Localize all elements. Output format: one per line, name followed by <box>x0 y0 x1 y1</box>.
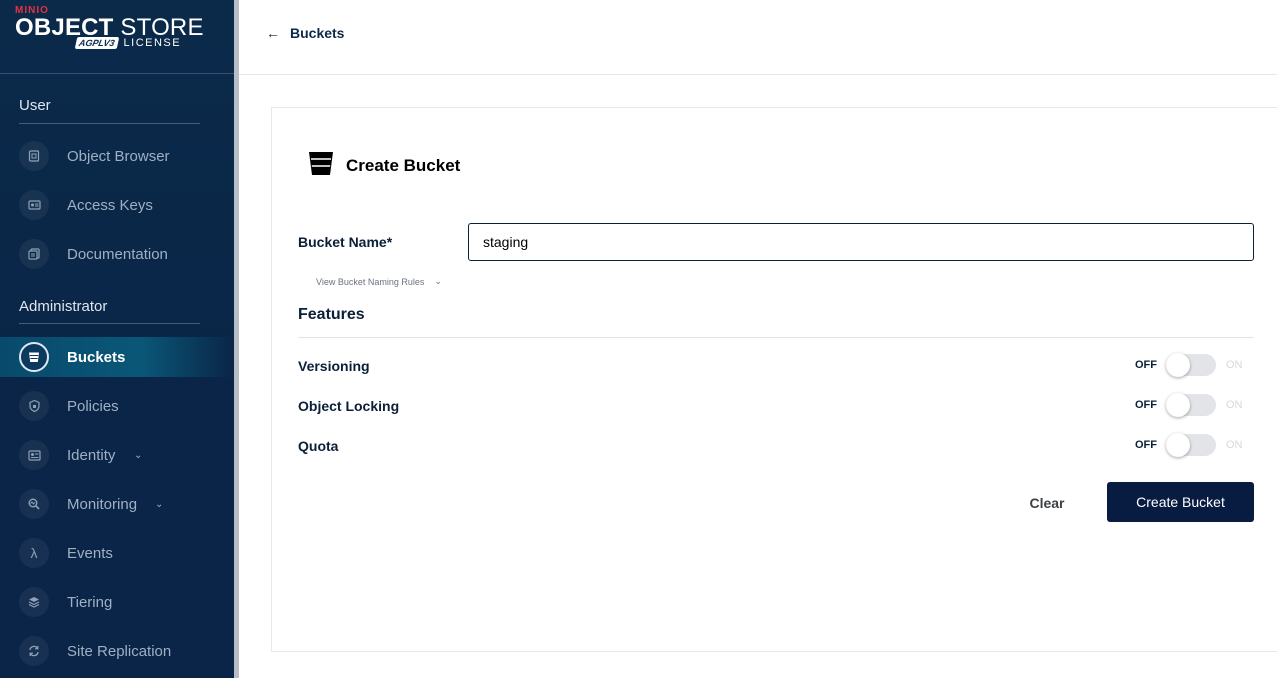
sidebar-item-label: Events <box>67 544 113 562</box>
toggle-off-label: OFF <box>1135 439 1157 451</box>
sidebar-item-events[interactable]: λ Events <box>0 533 234 573</box>
sidebar-item-buckets[interactable]: Buckets <box>0 337 234 377</box>
monitoring-icon <box>19 489 49 519</box>
section-title-administrator: Administrator <box>19 298 108 315</box>
license-text: LICENSE <box>123 37 182 49</box>
naming-rules-label: View Bucket Naming Rules <box>316 276 425 287</box>
sidebar-item-label: Buckets <box>67 348 126 366</box>
layers-icon <box>19 587 49 617</box>
bucket-name-input[interactable] <box>468 223 1254 261</box>
section-divider <box>19 123 200 124</box>
shield-icon <box>19 391 49 421</box>
sidebar-item-label: Documentation <box>67 245 168 263</box>
bucket-icon <box>19 342 49 372</box>
replication-icon <box>19 636 49 666</box>
panel-title: Create Bucket <box>308 150 460 181</box>
quota-toggle-group: OFF ON <box>1135 433 1243 457</box>
quota-label: Quota <box>298 438 339 454</box>
features-title: Features <box>298 306 365 323</box>
sidebar-item-label: Identity <box>67 446 116 464</box>
sidebar-resize-handle[interactable] <box>234 0 239 678</box>
sidebar-item-label: Policies <box>67 397 119 415</box>
versioning-toggle-group: OFF ON <box>1135 353 1243 377</box>
toggle-on-label: ON <box>1226 359 1243 371</box>
sidebar-item-tiering[interactable]: Tiering <box>0 582 234 622</box>
agpl-badge: AGPLV3 <box>74 37 119 49</box>
versioning-label: Versioning <box>298 358 370 374</box>
sidebar-item-identity[interactable]: Identity ⌄ <box>0 435 234 475</box>
sidebar-item-label: Monitoring <box>67 495 138 513</box>
quota-toggle[interactable] <box>1166 433 1216 457</box>
sidebar-item-label: Tiering <box>67 593 113 611</box>
toggle-on-label: ON <box>1226 399 1243 411</box>
sidebar-item-policies[interactable]: Policies <box>0 386 234 426</box>
logo-license: AGPLV3 LICENSE <box>74 37 182 49</box>
bucket-icon <box>308 150 334 181</box>
sidebar: MINIO OBJECT STORE AGPLV3 LICENSE User O… <box>0 0 234 678</box>
object-locking-toggle-group: OFF ON <box>1135 393 1243 417</box>
identity-icon <box>19 440 49 470</box>
section-divider <box>19 323 200 324</box>
documentation-icon <box>19 239 49 269</box>
page-title: Create Bucket <box>346 155 461 175</box>
chevron-down-icon[interactable]: ⌄ <box>134 450 142 461</box>
back-link-label: Buckets <box>290 25 345 41</box>
section-title-user: User <box>19 97 51 114</box>
create-bucket-panel: Create Bucket Bucket Name* View Bucket N… <box>271 107 1277 652</box>
chevron-down-icon: ⌄ <box>434 276 442 286</box>
toggle-off-label: OFF <box>1135 399 1157 411</box>
chevron-down-icon[interactable]: ⌄ <box>155 499 163 510</box>
view-naming-rules-toggle[interactable]: View Bucket Naming Rules ⌄ <box>316 276 442 287</box>
sidebar-item-monitoring[interactable]: Monitoring ⌄ <box>0 484 234 524</box>
toggle-knob <box>1166 433 1190 457</box>
bucket-name-label: Bucket Name* <box>298 234 393 250</box>
create-bucket-button[interactable]: Create Bucket <box>1107 482 1254 522</box>
arrow-left-icon: ← <box>266 25 280 41</box>
sidebar-item-site-replication[interactable]: Site Replication <box>0 631 234 671</box>
toggle-on-label: ON <box>1226 439 1243 451</box>
sidebar-item-object-browser[interactable]: Object Browser <box>0 136 234 176</box>
toggle-knob <box>1166 393 1190 417</box>
versioning-toggle[interactable] <box>1166 353 1216 377</box>
sidebar-item-access-keys[interactable]: Access Keys <box>0 185 234 225</box>
minio-logo[interactable]: MINIO OBJECT STORE <box>15 6 204 40</box>
lambda-icon: λ <box>19 538 49 568</box>
clear-button[interactable]: Clear <box>1007 484 1087 522</box>
toggle-off-label: OFF <box>1135 359 1157 371</box>
back-to-buckets-link[interactable]: ← Buckets <box>266 25 344 41</box>
object-browser-icon <box>19 141 49 171</box>
sidebar-item-documentation[interactable]: Documentation <box>0 234 234 274</box>
sidebar-item-label: Object Browser <box>67 147 170 165</box>
sidebar-item-label: Site Replication <box>67 642 172 660</box>
object-locking-toggle[interactable] <box>1166 393 1216 417</box>
sidebar-item-label: Access Keys <box>67 196 153 214</box>
page-header: ← Buckets <box>239 0 1277 75</box>
object-locking-label: Object Locking <box>298 398 400 414</box>
access-keys-icon <box>19 190 49 220</box>
toggle-knob <box>1166 353 1190 377</box>
features-divider <box>298 337 1254 338</box>
logo-divider <box>0 73 234 74</box>
